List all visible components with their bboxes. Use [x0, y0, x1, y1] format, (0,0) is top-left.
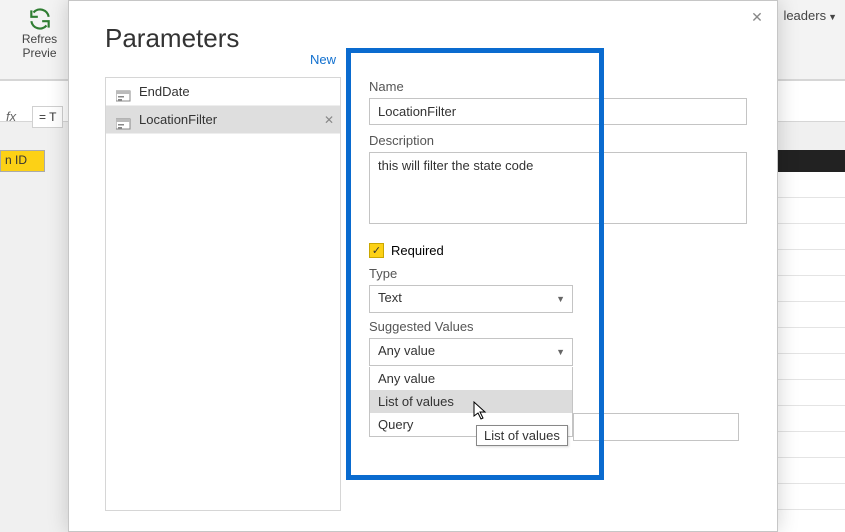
- suggested-value: Any value: [369, 338, 573, 366]
- type-select[interactable]: Text ▼: [369, 285, 573, 313]
- close-icon[interactable]: ✕: [747, 7, 767, 27]
- fx-icon: fx: [6, 109, 16, 124]
- dialog-body: New EndDate LocationFilter ✕ Name: [105, 77, 747, 511]
- name-label: Name: [369, 79, 747, 94]
- type-value: Text: [369, 285, 573, 313]
- refresh-icon: [27, 6, 53, 32]
- name-field[interactable]: [369, 98, 747, 125]
- parameter-icon: [116, 113, 132, 127]
- parameters-dialog: ✕ Parameters New EndDate LocationFilter …: [68, 0, 778, 532]
- suggested-values-select[interactable]: Any value ▼: [369, 338, 573, 366]
- required-label: Required: [391, 243, 444, 258]
- tooltip: List of values: [476, 425, 568, 446]
- parameter-label: LocationFilter: [139, 106, 217, 134]
- new-parameter-link[interactable]: New: [310, 52, 336, 67]
- checkbox-icon: ✓: [369, 243, 384, 258]
- parameter-label: EndDate: [139, 78, 190, 106]
- dropdown-option[interactable]: Any value: [370, 367, 572, 390]
- chevron-down-icon: ▼: [828, 12, 837, 22]
- delete-parameter-icon[interactable]: ✕: [324, 106, 334, 134]
- parameter-row[interactable]: EndDate: [106, 78, 340, 106]
- table-header-row: [775, 150, 845, 172]
- headers-label: leaders: [783, 8, 826, 23]
- suggested-label: Suggested Values: [369, 319, 747, 334]
- dropdown-option[interactable]: List of values: [370, 390, 572, 413]
- parameter-icon: [116, 85, 132, 99]
- type-label: Type: [369, 266, 747, 281]
- required-toggle[interactable]: ✓ Required: [369, 243, 747, 258]
- refresh-button[interactable]: Refres Previe: [12, 6, 67, 60]
- refresh-label2: Previe: [12, 46, 67, 60]
- description-label: Description: [369, 133, 747, 148]
- grid-rows: [775, 172, 845, 532]
- headers-dropdown[interactable]: leaders▼: [783, 8, 837, 23]
- formula-cell[interactable]: = T: [32, 106, 63, 128]
- description-field[interactable]: [369, 152, 747, 224]
- parameter-list: New EndDate LocationFilter ✕: [105, 77, 341, 511]
- column-header[interactable]: n ID: [0, 150, 45, 172]
- parameter-row[interactable]: LocationFilter ✕: [106, 106, 340, 134]
- refresh-label: Refres: [12, 32, 67, 46]
- dialog-title: Parameters: [69, 1, 777, 54]
- current-value-field[interactable]: [573, 413, 739, 441]
